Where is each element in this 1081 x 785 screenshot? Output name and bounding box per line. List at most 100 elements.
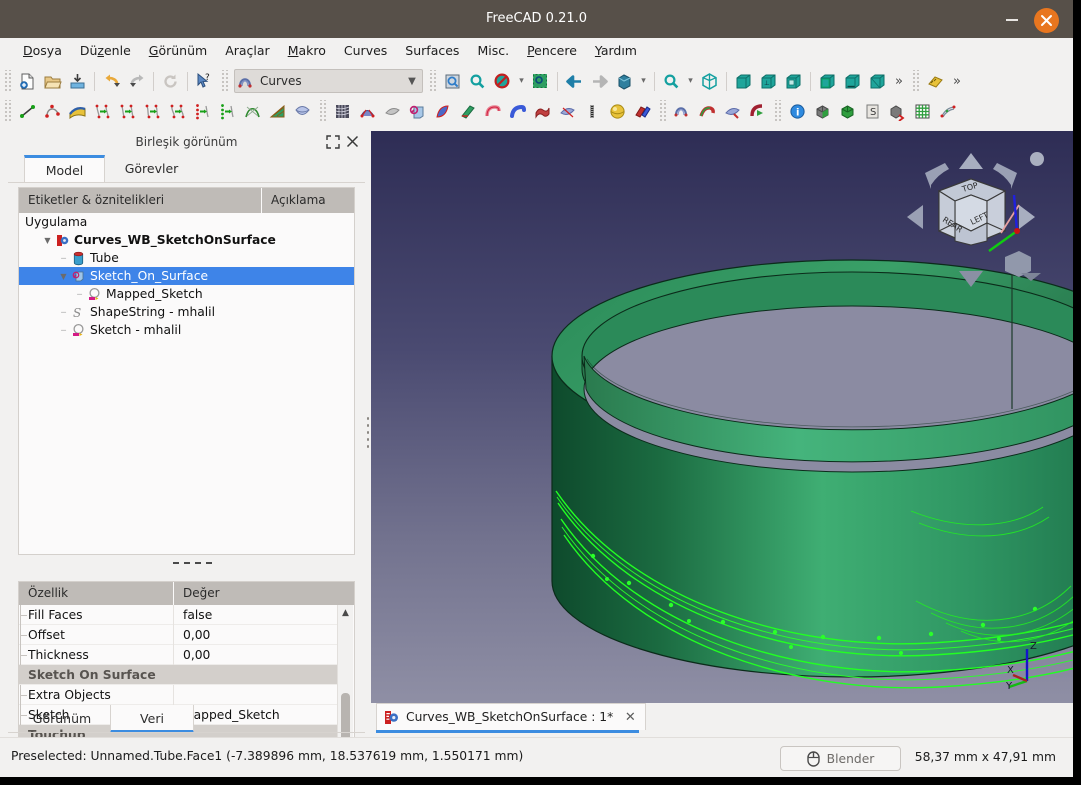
float-dock-button[interactable] [326, 135, 340, 149]
close-document-tab-button[interactable]: ✕ [621, 708, 639, 726]
tree-item-uygulama[interactable]: Uygulama [19, 213, 354, 231]
bottom-view-button[interactable] [840, 69, 865, 93]
top-view-button[interactable]: ⊥ [756, 69, 781, 93]
sphere-button[interactable] [605, 99, 630, 123]
fit-selection-button[interactable] [465, 69, 490, 93]
property-row[interactable]: Fill Faces false [19, 604, 340, 625]
sweep-surface-button[interactable] [290, 99, 315, 123]
property-row[interactable]: Thickness 0,00 [19, 644, 340, 665]
menu-item-dosya[interactable]: Dosya [14, 40, 71, 61]
right-view-button[interactable] [781, 69, 806, 93]
home-dot-icon[interactable] [1030, 152, 1044, 166]
export-cube-button[interactable] [885, 99, 910, 123]
hull-button[interactable] [670, 99, 695, 123]
toolbar-grip[interactable] [658, 100, 667, 122]
left-view-button[interactable] [865, 69, 890, 93]
menu-item-pencere[interactable]: Pencere [518, 40, 586, 61]
toolbar-grip[interactable] [3, 100, 12, 122]
rotate-cw-icon[interactable] [993, 163, 1017, 189]
clipboard-button[interactable]: S [860, 99, 885, 123]
toolbar-overflow-row1b[interactable]: » [948, 69, 966, 93]
draw-style-dropdown[interactable]: ▾ [515, 69, 528, 93]
info-button[interactable]: i [785, 99, 810, 123]
save-document-button[interactable] [65, 69, 90, 93]
flatten-face-button[interactable] [530, 99, 555, 123]
surface-analysis-button[interactable] [555, 99, 580, 123]
join-curve-2-button[interactable] [115, 99, 140, 123]
tree-item-mapped-sketch[interactable]: ─ Mapped_Sketch [19, 285, 354, 303]
rear-view-button[interactable] [815, 69, 840, 93]
property-value[interactable]: 0,00 [174, 625, 340, 645]
nav-arrow-left-icon[interactable] [907, 205, 923, 229]
property-row[interactable]: Sketch On Surface [19, 665, 340, 685]
toolbar-overflow-row1[interactable]: » [890, 69, 908, 93]
back-button[interactable] [562, 69, 587, 93]
discretize-button[interactable] [745, 99, 770, 123]
workbench-selector[interactable]: Curves ▼ [234, 69, 423, 93]
menu-item-misc[interactable]: Misc. [468, 40, 518, 61]
whats-this-button[interactable]: ? [192, 69, 217, 93]
join-curve-5-button[interactable] [190, 99, 215, 123]
measure-button[interactable] [923, 69, 948, 93]
3d-viewport[interactable]: TOP REAR LEFT Z X Y [371, 131, 1073, 703]
gordon-surface-button[interactable] [380, 99, 405, 123]
fit-all-button[interactable] [440, 69, 465, 93]
join-curve-3-button[interactable] [140, 99, 165, 123]
std-views-dropdown[interactable]: ▾ [637, 69, 650, 93]
interpolate-button[interactable] [240, 99, 265, 123]
grid-button[interactable] [910, 99, 935, 123]
solid-cube-button[interactable] [810, 99, 835, 123]
front-view-button[interactable] [731, 69, 756, 93]
toolbar-grip[interactable] [911, 70, 920, 92]
nav-arrow-down-icon[interactable] [959, 271, 983, 287]
std-views-button[interactable] [612, 69, 637, 93]
line-button[interactable] [15, 99, 40, 123]
nodes-button[interactable] [935, 99, 960, 123]
zebra-button[interactable] [430, 99, 455, 123]
tree-item-sketch-mhalil[interactable]: ─ Sketch - mhalil [19, 321, 354, 339]
zoom-button[interactable] [659, 69, 684, 93]
nav-arrow-up-icon[interactable] [959, 153, 983, 169]
tree-twisty-icon[interactable]: ▼ [57, 267, 70, 285]
menu-item-aralar[interactable]: Araçlar [216, 40, 279, 61]
menu-item-grnm[interactable]: Görünüm [140, 40, 216, 61]
scroll-up-icon[interactable]: ▲ [338, 605, 353, 620]
toolbar-grip[interactable] [428, 70, 437, 92]
toolbar-grip[interactable] [773, 100, 782, 122]
toolbar-grip[interactable] [318, 100, 327, 122]
new-document-button[interactable] [15, 69, 40, 93]
dock-tab-model[interactable]: Model [24, 155, 105, 182]
join-curve-4-button[interactable] [165, 99, 190, 123]
join-curve-6-button[interactable] [215, 99, 240, 123]
surface-blend-button[interactable] [65, 99, 90, 123]
zoom-dropdown[interactable]: ▾ [684, 69, 697, 93]
minimize-button[interactable] [1006, 14, 1020, 24]
ribbon-button[interactable] [695, 99, 720, 123]
box-selection-button[interactable] [528, 69, 553, 93]
forward-button[interactable] [587, 69, 612, 93]
nav-menu-chevron-icon[interactable] [1021, 273, 1041, 281]
segment-surface-button[interactable] [265, 99, 290, 123]
tree-item-sketch-on-surface[interactable]: ▼ Sketch_On_Surface [19, 267, 354, 285]
tree-item-tube[interactable]: ─ Tube [19, 249, 354, 267]
tree-twisty-icon[interactable]: ▼ [41, 231, 54, 249]
tree-item-curves-wb-sketchonsurface[interactable]: ▼ Curves_WB_SketchOnSurface [19, 231, 354, 249]
multi-loft-button[interactable] [630, 99, 655, 123]
close-button[interactable] [1034, 8, 1059, 33]
sketch-on-surface-button[interactable] [405, 99, 430, 123]
rotate-ccw-icon[interactable] [925, 163, 949, 189]
draw-style-button[interactable] [490, 69, 515, 93]
menu-item-dzenle[interactable]: Düzenle [71, 40, 140, 61]
navigation-style-button[interactable]: Blender [780, 746, 901, 771]
property-row[interactable]: Offset 0,00 [19, 624, 340, 645]
curve-extend-button[interactable] [505, 99, 530, 123]
property-value[interactable]: false [174, 605, 340, 625]
nav-cube-body[interactable]: TOP REAR LEFT [937, 178, 1007, 246]
panel-splitter-handle[interactable] [173, 562, 217, 564]
green-cube-button[interactable] [835, 99, 860, 123]
menu-item-curves[interactable]: Curves [335, 40, 396, 61]
pipeshell-button[interactable] [480, 99, 505, 123]
redo-button[interactable] [124, 69, 149, 93]
document-tab[interactable]: Curves_WB_SketchOnSurface : 1* ✕ [376, 703, 647, 730]
nav-arrow-right-icon[interactable] [1019, 205, 1035, 229]
